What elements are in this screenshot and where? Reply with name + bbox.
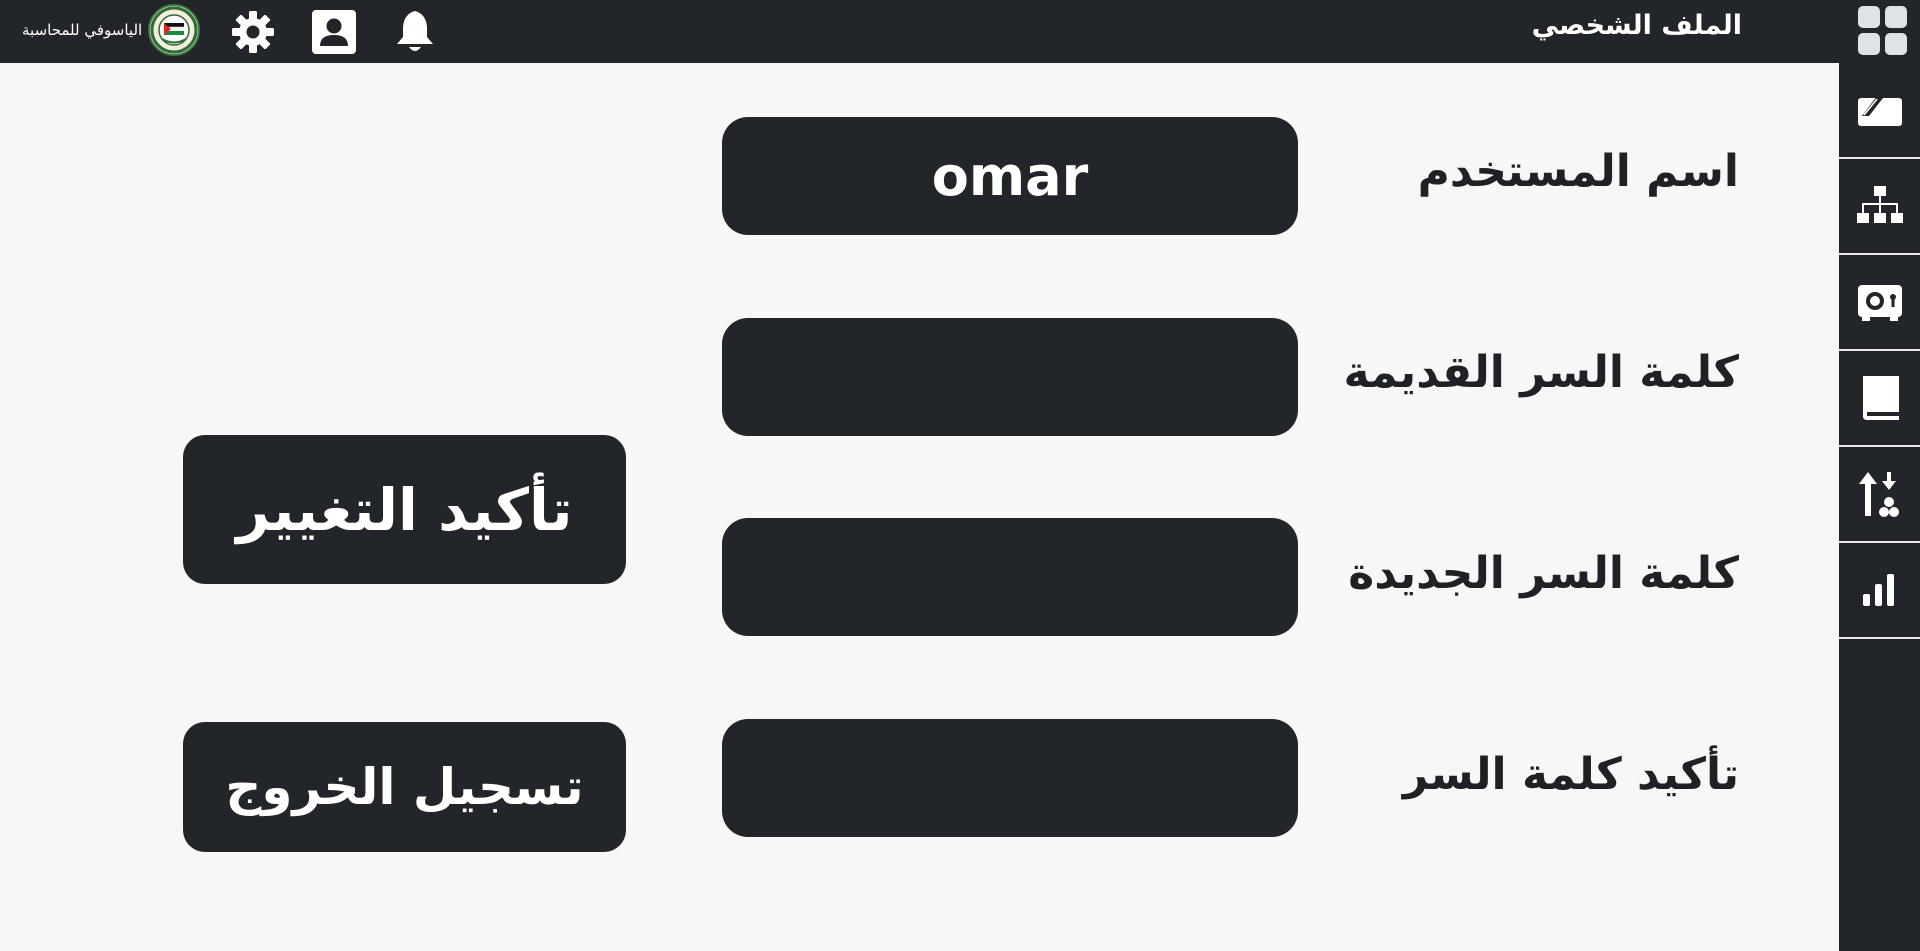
confirm-password-field[interactable] bbox=[722, 719, 1298, 837]
sidebar-item-ledger[interactable] bbox=[1839, 351, 1920, 447]
org-chart-icon bbox=[1856, 186, 1903, 223]
username-label: اسم المستخدم bbox=[1417, 146, 1739, 197]
apps-grid-tile bbox=[1858, 6, 1880, 28]
logout-button[interactable]: تسجيل الخروج bbox=[183, 722, 626, 852]
book-icon bbox=[1862, 376, 1899, 420]
apps-grid-icon[interactable] bbox=[1858, 6, 1908, 56]
settings-gear-icon[interactable] bbox=[227, 6, 279, 58]
apps-grid-tile bbox=[1885, 33, 1907, 55]
sidebar-item-structure[interactable] bbox=[1839, 159, 1920, 255]
new-password-label: كلمة السر الجديدة bbox=[1348, 548, 1739, 599]
right-sidebar bbox=[1839, 63, 1920, 951]
safe-vault-icon bbox=[1857, 285, 1902, 321]
new-password-field[interactable] bbox=[722, 518, 1298, 636]
wallet-card-icon bbox=[1857, 96, 1902, 126]
company-logo[interactable]: الياسوفي للمحاسبة bbox=[22, 4, 201, 56]
page-title: الملف الشخصي bbox=[1531, 10, 1742, 41]
sidebar-item-vault[interactable] bbox=[1839, 255, 1920, 351]
logo-seal-icon bbox=[148, 4, 201, 56]
confirm-change-button[interactable]: تأكيد التغيير bbox=[183, 435, 626, 584]
apps-grid-tile bbox=[1885, 6, 1907, 28]
username-field[interactable] bbox=[722, 117, 1298, 235]
bar-chart-icon bbox=[1862, 574, 1894, 606]
notification-bell-icon[interactable] bbox=[389, 6, 441, 58]
confirm-password-label: تأكيد كلمة السر bbox=[1402, 749, 1739, 800]
sidebar-item-reports[interactable] bbox=[1839, 543, 1920, 639]
logo-text: الياسوفي للمحاسبة bbox=[22, 21, 143, 39]
old-password-field[interactable] bbox=[722, 318, 1298, 436]
top-bar: الياسوفي للمحاسبة الملف الشخصي bbox=[0, 0, 1920, 63]
user-profile-icon[interactable] bbox=[308, 6, 360, 58]
sidebar-item-wallet[interactable] bbox=[1839, 63, 1920, 159]
sort-arrows-icon bbox=[1858, 472, 1899, 517]
apps-grid-tile bbox=[1858, 33, 1880, 55]
old-password-label: كلمة السر القديمة bbox=[1343, 347, 1739, 398]
sidebar-item-sorting[interactable] bbox=[1839, 447, 1920, 543]
